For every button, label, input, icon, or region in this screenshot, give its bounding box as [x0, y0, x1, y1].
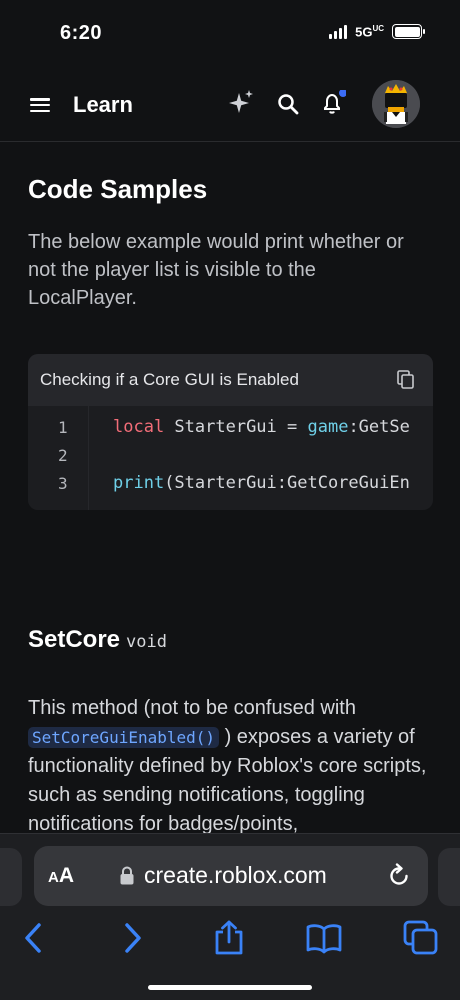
code-sample-header: Checking if a Core GUI is Enabled	[28, 354, 433, 406]
bookmarks-icon[interactable]	[306, 920, 342, 956]
line-number: 2	[58, 446, 68, 465]
lock-icon	[120, 866, 134, 885]
search-icon[interactable]	[277, 93, 299, 115]
notification-dot	[339, 90, 346, 97]
address-bar[interactable]: AA create.roblox.com	[34, 846, 428, 906]
method-return-type: void	[126, 632, 167, 652]
home-indicator[interactable]	[148, 985, 312, 990]
line-number: 3	[58, 474, 68, 493]
browser-toolbar: AA create.roblox.com	[0, 833, 460, 1000]
page-title: Learn	[73, 92, 133, 117]
code-line: local StarterGui = game:GetSe	[113, 417, 410, 437]
battery-icon	[392, 24, 425, 40]
code-body[interactable]: 1 2 3 local StarterGui = game:GetSe prin…	[28, 406, 433, 510]
previous-tab-preview[interactable]	[0, 848, 22, 906]
avatar[interactable]	[372, 80, 420, 128]
app-header: Learn	[0, 70, 460, 142]
code-sample-title: Checking if a Core GUI is Enabled	[40, 370, 299, 389]
next-tab-preview[interactable]	[438, 848, 460, 906]
forward-icon[interactable]	[114, 920, 150, 956]
share-icon[interactable]	[211, 920, 247, 956]
sparkle-icon[interactable]	[226, 88, 256, 118]
reader-options-button[interactable]: AA	[48, 864, 74, 888]
reload-icon[interactable]	[386, 863, 412, 889]
code-line: print(StarterGui:GetCoreGuiEn	[113, 473, 410, 493]
back-icon[interactable]	[16, 920, 52, 956]
section-description: The below example would print whether or…	[28, 231, 404, 309]
inline-code-link[interactable]: SetCoreGuiEnabled()	[28, 727, 220, 748]
method-name: SetCore	[28, 626, 121, 653]
method-description: This method (not to be confused with Set…	[28, 697, 427, 835]
status-time: 6:20	[60, 22, 103, 44]
main-content: Code Samples The below example would pri…	[0, 142, 460, 842]
bell-icon[interactable]	[320, 90, 346, 116]
status-indicators: 5GUC	[329, 24, 425, 40]
signal-icon	[329, 24, 348, 39]
section-title: Code Samples	[28, 174, 208, 204]
code-sample-card: Checking if a Core GUI is Enabled 1 2 3 …	[28, 354, 433, 510]
network-label: 5GUC	[355, 24, 384, 40]
tabs-icon[interactable]	[403, 920, 439, 956]
url-text[interactable]: create.roblox.com	[144, 862, 327, 889]
menu-icon[interactable]	[30, 98, 50, 112]
method-heading: SetCore void	[28, 626, 167, 654]
line-number: 1	[58, 418, 68, 437]
copy-icon[interactable]	[397, 370, 415, 390]
status-bar: 6:20 5GUC	[0, 0, 460, 70]
